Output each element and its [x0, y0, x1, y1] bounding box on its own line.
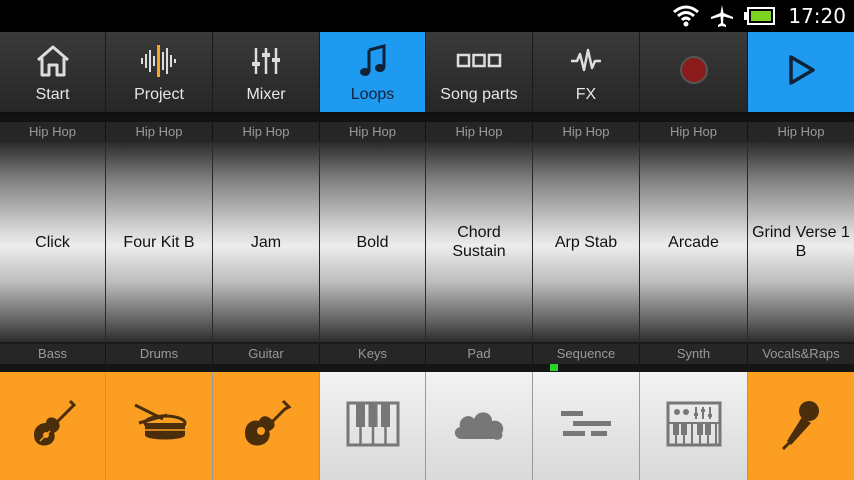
- sequence-level-indicator: [550, 364, 558, 371]
- loop-name: Click: [35, 233, 70, 251]
- status-icons: 17:20: [672, 0, 846, 32]
- tab-song-parts[interactable]: Song parts: [426, 32, 533, 112]
- status-time: 17:20: [788, 4, 846, 28]
- category-label: Vocals&Raps: [748, 344, 854, 364]
- loop-name: Arcade: [668, 233, 719, 251]
- loop-pad-grind-verse[interactable]: Grind Verse 1 B: [748, 142, 854, 342]
- loop-name: Jam: [250, 233, 282, 251]
- genre-label: Hip Hop: [748, 122, 854, 142]
- instrument-sequence[interactable]: [533, 372, 640, 480]
- acoustic-guitar-icon: [239, 397, 293, 456]
- genre-label: Hip Hop: [533, 122, 640, 142]
- toolbar-separator: [0, 114, 854, 122]
- genre-row: Hip Hop Hip Hop Hip Hop Hip Hop Hip Hop …: [0, 122, 854, 142]
- music-note-icon: [358, 44, 388, 78]
- instrument-row: [0, 372, 854, 480]
- piano-keys-icon: [346, 401, 400, 452]
- tab-project-label: Project: [134, 86, 184, 103]
- tab-mixer[interactable]: Mixer: [213, 32, 320, 112]
- toolbar: Start Project Mixer Loops Song parts FX: [0, 32, 854, 114]
- tab-song-parts-label: Song parts: [440, 86, 518, 103]
- genre-label: Hip Hop: [213, 122, 320, 142]
- instrument-bass[interactable]: [0, 372, 106, 480]
- instrument-drums[interactable]: [106, 372, 213, 480]
- tab-start-label: Start: [35, 86, 70, 103]
- category-label: Pad: [426, 344, 533, 364]
- wifi-icon: [672, 4, 700, 28]
- waveform-icon: [139, 44, 179, 78]
- record-icon: [678, 54, 710, 91]
- loop-name: Four Kit B: [123, 233, 195, 251]
- tab-fx[interactable]: FX: [533, 32, 640, 112]
- home-icon: [35, 44, 71, 78]
- category-label: Drums: [106, 344, 213, 364]
- loop-name: Chord Sustain: [452, 224, 506, 260]
- loop-pad-bold[interactable]: Bold: [320, 142, 426, 342]
- play-icon: [784, 53, 818, 92]
- category-label: Synth: [640, 344, 748, 364]
- level-meter-row: [0, 364, 854, 372]
- category-row: Bass Drums Guitar Keys Pad Sequence Synt…: [0, 344, 854, 364]
- record-button[interactable]: [640, 32, 748, 112]
- loop-name: Bold: [356, 233, 389, 251]
- tab-mixer-label: Mixer: [246, 86, 286, 103]
- tab-project[interactable]: Project: [106, 32, 213, 112]
- tab-loops-label: Loops: [350, 86, 395, 103]
- play-button[interactable]: [748, 32, 854, 112]
- genre-label: Hip Hop: [320, 122, 426, 142]
- tab-loops[interactable]: Loops: [320, 32, 426, 112]
- bass-guitar-icon: [26, 397, 80, 456]
- loop-pad-click[interactable]: Click: [0, 142, 106, 342]
- genre-label: Hip Hop: [106, 122, 213, 142]
- genre-label: Hip Hop: [426, 122, 533, 142]
- instrument-keys[interactable]: [320, 372, 426, 480]
- instrument-synth[interactable]: [640, 372, 748, 480]
- tab-start[interactable]: Start: [0, 32, 106, 112]
- category-label: Guitar: [213, 344, 320, 364]
- microphone-icon: [779, 397, 823, 456]
- drum-icon: [129, 397, 189, 456]
- loop-pad-jam[interactable]: Jam: [213, 142, 320, 342]
- loop-pad-arp-stab[interactable]: Arp Stab: [533, 142, 640, 342]
- loop-name: Grind Verse 1 B: [752, 224, 850, 260]
- loop-row: Click Four Kit B Jam Bold Chord Sustain …: [0, 142, 854, 342]
- cloud-pad-icon: [452, 407, 506, 446]
- category-label: Bass: [0, 344, 106, 364]
- fx-wave-icon: [569, 44, 603, 78]
- instrument-vocals[interactable]: [748, 372, 854, 480]
- instrument-guitar[interactable]: [213, 372, 320, 480]
- status-bar: 17:20: [0, 0, 854, 32]
- battery-icon: [744, 6, 776, 26]
- loop-pad-arcade[interactable]: Arcade: [640, 142, 748, 342]
- genre-label: Hip Hop: [0, 122, 106, 142]
- tab-fx-label: FX: [575, 86, 597, 103]
- airplane-icon: [710, 4, 734, 28]
- loop-pad-four-kit-b[interactable]: Four Kit B: [106, 142, 213, 342]
- instrument-pad[interactable]: [426, 372, 533, 480]
- loop-name: Arp Stab: [554, 233, 618, 251]
- synth-icon: [666, 401, 722, 452]
- category-label: Keys: [320, 344, 426, 364]
- category-label: Sequence: [533, 344, 640, 364]
- song-parts-icon: [456, 44, 502, 78]
- mixer-sliders-icon: [251, 44, 281, 78]
- genre-label: Hip Hop: [640, 122, 748, 142]
- sequence-icon: [559, 409, 613, 444]
- loop-pad-chord-sustain[interactable]: Chord Sustain: [426, 142, 533, 342]
